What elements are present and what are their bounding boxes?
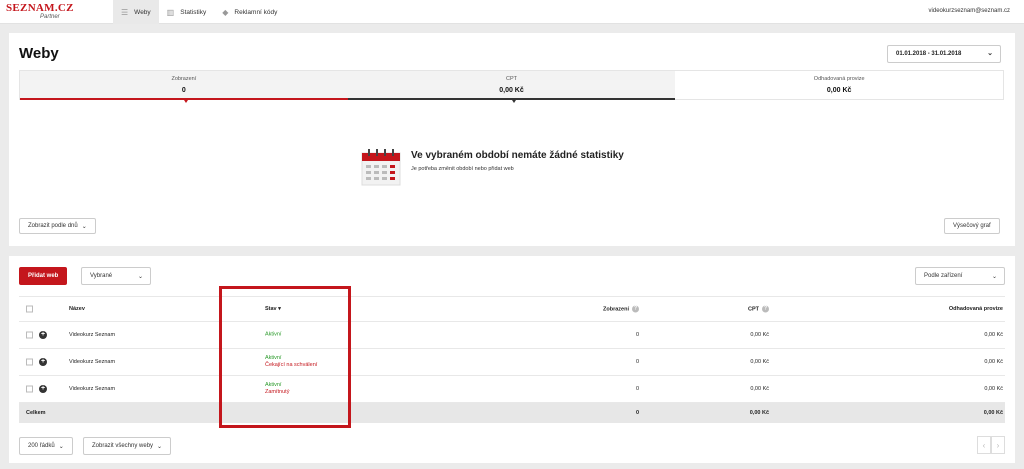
cell-zobrazeni: 0 — [635, 332, 639, 338]
chevron-down-icon: ⌄ — [58, 443, 64, 450]
table-total-row: Celkem 0 0,00 Kč 0,00 Kč — [19, 403, 1005, 423]
bulk-action-dropdown[interactable]: Vybrané ⌄ — [81, 267, 151, 285]
column-header-label: CPT — [748, 306, 759, 313]
next-page-button[interactable]: › — [991, 436, 1005, 454]
nav-item-statistiky[interactable]: ▥ Statistiky — [159, 0, 215, 24]
rows-per-page-label: 200 řádků — [28, 443, 55, 449]
table-header-row: Název Stav ▾ Zobrazení? CPT? Odhadovaná … — [19, 296, 1005, 322]
metric-pointer — [183, 100, 188, 103]
cell-cpt: 0,00 Kč — [750, 386, 769, 392]
pagination: ‹ › — [977, 436, 1005, 454]
rows-per-page-dropdown[interactable]: 200 řádků ⌄ — [19, 437, 73, 455]
metric-tab-zobrazeni[interactable]: Zobrazení 0 — [20, 71, 348, 103]
websites-table: Název Stav ▾ Zobrazení? CPT? Odhadovaná … — [19, 296, 1005, 423]
chevron-down-icon: ⌄ — [987, 50, 993, 57]
nav-item-label: Reklamní kódy — [234, 8, 278, 16]
add-website-button[interactable]: Přidat web — [19, 267, 68, 285]
website-name: Videokurz Seznam — [69, 332, 116, 338]
chevron-left-icon: ‹ — [982, 440, 986, 450]
row-checkbox[interactable] — [26, 331, 33, 339]
cell-zobrazeni: 0 — [635, 359, 639, 365]
column-header-label: Zobrazení — [603, 306, 629, 313]
calendar-icon — [361, 149, 401, 186]
list-icon: ☰ — [121, 7, 129, 17]
date-range-value: 01.01.2018 - 31.01.2018 — [896, 51, 962, 57]
total-cpt: 0,00 Kč — [749, 410, 769, 416]
pie-chart-button[interactable]: Výsečový graf — [944, 218, 1000, 234]
metric-label: Odhadovaná provize — [813, 76, 865, 82]
column-header-name[interactable]: Název — [69, 306, 85, 312]
cell-cpt: 0,00 Kč — [750, 359, 769, 365]
nav-item-label: Statistiky — [180, 8, 207, 16]
column-header-odhadovana-provize[interactable]: Odhadovaná provize — [949, 306, 1003, 312]
website-name: Videokurz Seznam — [69, 386, 116, 392]
bar-chart-icon: ▥ — [166, 7, 175, 17]
show-by-days-dropdown[interactable]: Zobrazit podle dnů ⌄ — [19, 218, 96, 234]
page-title: Weby — [19, 45, 59, 62]
show-by-days-label: Zobrazit podle dnů — [28, 223, 78, 229]
cell-odhad: 0,00 Kč — [984, 332, 1003, 338]
chevron-down-icon: ⌄ — [157, 443, 163, 450]
show-all-websites-label: Zobrazit všechny weby — [92, 443, 154, 449]
empty-state-title: Ve vybraném období nemáte žádné statisti… — [411, 150, 624, 161]
row-checkbox[interactable] — [26, 385, 33, 393]
cell-odhad: 0,00 Kč — [984, 386, 1003, 392]
metric-tab-odhadovana-provize[interactable]: Odhadovaná provize 0,00 Kč — [675, 71, 1004, 99]
expand-plus-icon[interactable]: + — [39, 385, 47, 393]
seznam-partner-logo[interactable]: SEZNAM.CZ Partner — [6, 2, 76, 22]
empty-state-subtitle: Je potřeba změnit období nebo přidat web — [411, 166, 514, 172]
metric-tab-cpt[interactable]: CPT 0,00 Kč — [347, 71, 676, 103]
metric-label: CPT — [506, 76, 517, 82]
prev-page-button[interactable]: ‹ — [977, 436, 991, 454]
device-filter-label: Podle zařízení — [924, 273, 963, 279]
expand-plus-icon[interactable]: + — [39, 358, 47, 366]
metrics-tabs: Zobrazení 0 CPT 0,00 Kč Odhadovaná provi… — [19, 70, 1004, 103]
select-all-checkbox[interactable] — [26, 305, 33, 313]
nav-item-weby[interactable]: ☰ Weby — [113, 0, 159, 24]
cell-odhad: 0,00 Kč — [984, 359, 1003, 365]
device-filter-dropdown[interactable]: Podle zařízení ⌄ — [915, 267, 1005, 285]
table-row: + Videokurz Seznam Aktivní Zamítnutý 0 0… — [19, 376, 1005, 403]
table-row: + Videokurz Seznam Aktivní Čekající na s… — [19, 349, 1005, 376]
stats-card: Weby 01.01.2018 - 31.01.2018 ⌄ Zobrazení… — [9, 33, 1015, 246]
nav-item-label: Weby — [134, 8, 151, 16]
cell-cpt: 0,00 Kč — [750, 332, 769, 338]
metric-value: 0,00 Kč — [826, 87, 852, 94]
logo-subtext: Partner — [40, 14, 60, 20]
column-header-cpt[interactable]: CPT? — [748, 305, 769, 313]
column-header-zobrazeni[interactable]: Zobrazení? — [603, 305, 639, 313]
info-icon[interactable]: ? — [762, 305, 769, 313]
row-checkbox[interactable] — [26, 358, 33, 366]
pie-chart-label: Výsečový graf — [953, 223, 991, 229]
total-odhad: 0,00 Kč — [983, 410, 1003, 416]
top-bar: SEZNAM.CZ Partner ☰ Weby ▥ Statistiky ◆ … — [0, 0, 1024, 24]
table-row: + Videokurz Seznam Aktivní 0 0,00 Kč 0,0… — [19, 322, 1005, 349]
website-name: Videokurz Seznam — [69, 359, 116, 365]
main-nav: ☰ Weby ▥ Statistiky ◆ Reklamní kódy — [113, 0, 285, 24]
logo-text: SEZNAM.CZ — [6, 2, 74, 14]
expand-plus-icon[interactable]: + — [39, 331, 47, 339]
websites-card: Přidat web Vybrané ⌄ Podle zařízení ⌄ Ná… — [9, 256, 1015, 463]
add-website-label: Přidat web — [28, 273, 59, 279]
metric-pointer — [511, 100, 516, 103]
show-all-websites-dropdown[interactable]: Zobrazit všechny weby ⌄ — [83, 437, 172, 455]
total-zobrazeni: 0 — [635, 410, 639, 416]
metric-value: 0 — [181, 87, 186, 94]
tag-icon: ◆ — [222, 7, 229, 17]
info-icon[interactable]: ? — [632, 305, 639, 313]
metric-value: 0,00 Kč — [499, 87, 524, 94]
metric-label: Zobrazení — [171, 76, 197, 82]
cell-zobrazeni: 0 — [635, 386, 639, 392]
user-email[interactable]: videokurzseznam@seznam.cz — [929, 8, 1010, 14]
chevron-down-icon: ⌄ — [81, 223, 87, 230]
total-label: Celkem — [26, 410, 46, 416]
date-range-select[interactable]: 01.01.2018 - 31.01.2018 ⌄ — [887, 45, 1001, 63]
bulk-action-label: Vybrané — [90, 273, 113, 279]
chevron-down-icon: ⌄ — [137, 273, 143, 280]
chevron-right-icon: › — [996, 440, 1000, 450]
nav-item-reklamni-kody[interactable]: ◆ Reklamní kódy — [214, 0, 285, 24]
highlight-annotation-box — [219, 286, 351, 428]
chevron-down-icon: ⌄ — [991, 273, 997, 280]
